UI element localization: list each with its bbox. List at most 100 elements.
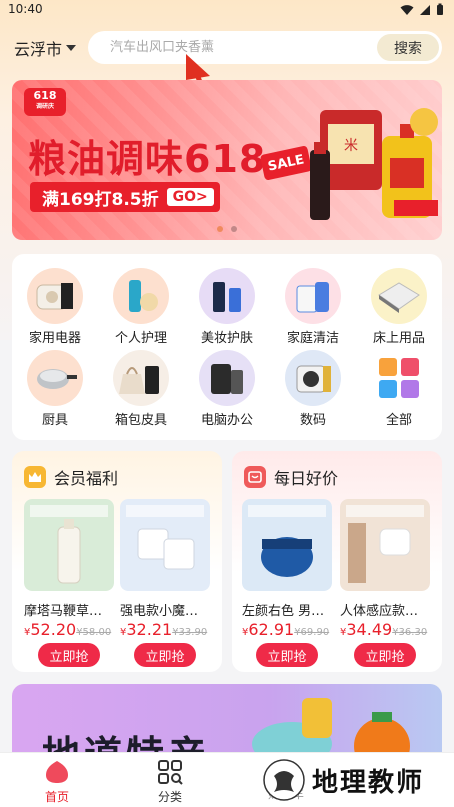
category-item-beauty[interactable]: 美妆护肤 — [184, 268, 270, 346]
category-item-cookware[interactable]: 厨具 — [12, 350, 98, 428]
caret-down-icon — [66, 45, 77, 51]
carousel-dot-active[interactable] — [217, 226, 223, 232]
buy-now-button[interactable]: 立即抢 — [38, 643, 100, 667]
category-label: 数码 — [299, 413, 326, 428]
carousel-dot[interactable] — [231, 226, 237, 232]
daily-deals-title: 每日好价 — [274, 469, 339, 488]
category-item-bag[interactable]: 箱包皮具 — [98, 350, 184, 428]
banner-title: 粮油调味618 — [28, 137, 267, 181]
category-item-computer[interactable]: 电脑办公 — [184, 350, 270, 428]
category-label: 个人护理 — [114, 331, 167, 346]
product-price: ¥62.91¥69.90 — [242, 620, 332, 639]
product-image — [24, 499, 114, 591]
badge-number: 618 — [33, 89, 57, 102]
status-icons — [400, 3, 444, 16]
category-label: 箱包皮具 — [114, 413, 167, 428]
tab-category-label: 分类 — [157, 790, 182, 804]
watermark: 地理教师 — [262, 756, 452, 804]
category-item-all[interactable]: 全部 — [356, 350, 442, 428]
computer-icon — [199, 350, 255, 406]
deal-tag-icon — [244, 466, 266, 488]
price-original: ¥69.90 — [294, 627, 330, 638]
svg-text:米: 米 — [344, 138, 358, 154]
location-label: 云浮市 — [14, 40, 63, 59]
tab-home-label: 首页 — [44, 790, 69, 804]
buy-now-button[interactable]: 立即抢 — [256, 643, 318, 667]
category-grid: 家用电器 个人护理 美妆护肤 家庭清洁 床上用品 厨具 箱包皮具 电脑办公 数码… — [12, 254, 442, 440]
category-label: 电脑办公 — [200, 413, 253, 428]
status-bar: 10:40 — [0, 0, 454, 20]
price-current: 62.91 — [248, 620, 295, 639]
product-name: 强电款小魔… — [120, 604, 199, 619]
product-item[interactable]: 人体感应款… ¥34.49¥36.30 立即抢 — [340, 499, 430, 667]
member-benefits-header: 会员福利 — [24, 465, 118, 489]
product-item[interactable]: 摩塔马鞭草… ¥52.20¥58.00 立即抢 — [24, 499, 114, 667]
product-image — [340, 499, 430, 591]
category-label: 家用电器 — [28, 331, 81, 346]
category-item-digital[interactable]: 数码 — [270, 350, 356, 428]
beauty-icon — [199, 268, 255, 324]
product-name: 摩塔马鞭草… — [24, 604, 103, 619]
badge-618: 618 调研庆 — [24, 88, 66, 116]
grocery-products-image: 米 — [310, 108, 438, 220]
category-item-personal-care[interactable]: 个人护理 — [98, 268, 184, 346]
banner-promo: 满169打8.5折 GO> — [30, 182, 220, 212]
category-item-appliance[interactable]: 家用电器 — [12, 268, 98, 346]
category-label: 美妆护肤 — [200, 331, 253, 346]
category-item-cleaning[interactable]: 家庭清洁 — [270, 268, 356, 346]
price-original: ¥36.30 — [392, 627, 428, 638]
product-price: ¥34.49¥36.30 — [340, 620, 430, 639]
search-input[interactable] — [88, 31, 377, 64]
cleaning-icon — [285, 268, 341, 324]
battery-icon — [437, 3, 443, 15]
personal-care-icon — [113, 268, 169, 324]
tab-category[interactable]: 分类 — [140, 759, 200, 805]
category-icon — [158, 760, 183, 785]
location-selector[interactable]: 云浮市 — [14, 36, 77, 60]
daily-deals-header: 每日好价 — [244, 465, 338, 489]
price-current: 32.21 — [126, 620, 173, 639]
home-icon — [46, 761, 68, 783]
price-current: 52.20 — [30, 620, 77, 639]
product-name: 人体感应款… — [340, 604, 419, 619]
price-original: ¥58.00 — [76, 627, 112, 638]
member-benefits-card[interactable]: 会员福利 摩塔马鞭草… ¥52.20¥58.00 立即抢 强电款小魔… ¥32.… — [12, 451, 222, 672]
watermark-text: 地理教师 — [312, 767, 425, 798]
product-price: ¥52.20¥58.00 — [24, 620, 114, 639]
carousel-dots — [217, 226, 237, 232]
category-label: 床上用品 — [372, 331, 425, 346]
watermark-logo — [263, 759, 305, 801]
category-item-bedding[interactable]: 床上用品 — [356, 268, 442, 346]
all-grid-icon — [371, 350, 427, 406]
status-time: 10:40 — [8, 2, 43, 16]
buy-now-button[interactable]: 立即抢 — [134, 643, 196, 667]
category-label: 厨具 — [41, 413, 68, 428]
product-name: 左颜右色 男… — [242, 604, 325, 619]
product-image — [120, 499, 210, 591]
signal-icon — [420, 4, 430, 15]
category-label: 家庭清洁 — [286, 331, 339, 346]
badge-sub: 调研庆 — [35, 103, 54, 110]
appliance-icon — [27, 268, 83, 324]
product-item[interactable]: 强电款小魔… ¥32.21¥33.90 立即抢 — [120, 499, 210, 667]
camera-icon — [285, 350, 341, 406]
bedding-icon — [371, 268, 427, 324]
price-original: ¥33.90 — [172, 627, 208, 638]
buy-now-button[interactable]: 立即抢 — [354, 643, 416, 667]
banner-go-button[interactable]: GO> — [166, 188, 214, 206]
product-price: ¥32.21¥33.90 — [120, 620, 210, 639]
cookware-icon — [27, 350, 83, 406]
search-button[interactable]: 搜索 — [377, 34, 439, 61]
product-image — [242, 499, 332, 591]
search-bar: 搜索 — [88, 31, 442, 64]
price-current: 34.49 — [346, 620, 393, 639]
tab-home[interactable]: 首页 — [27, 759, 87, 805]
category-label: 全部 — [385, 413, 412, 428]
product-item[interactable]: 左颜右色 男… ¥62.91¥69.90 立即抢 — [242, 499, 332, 667]
crown-icon — [24, 466, 46, 488]
promo-banner[interactable]: 618 调研庆 粮油调味618 满169打8.5折 GO> SALE 米 — [12, 80, 442, 240]
wifi-icon — [400, 4, 414, 15]
banner-promo-text: 满169打8.5折 — [42, 189, 159, 210]
daily-deals-card[interactable]: 每日好价 左颜右色 男… ¥62.91¥69.90 立即抢 人体感应款… ¥34… — [232, 451, 442, 672]
bag-icon — [113, 350, 169, 406]
